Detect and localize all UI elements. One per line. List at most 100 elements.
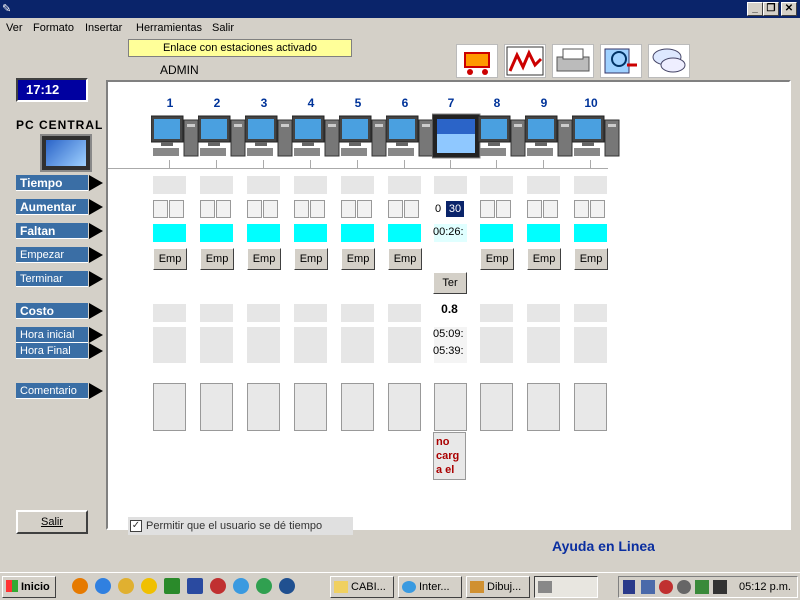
aumentar-field[interactable] xyxy=(357,200,372,218)
computer-icon[interactable] xyxy=(244,114,295,160)
aumentar-field[interactable] xyxy=(543,200,558,218)
menu-bar: Ver Formato Insertar Herramientas Salir xyxy=(0,18,800,38)
comment-box[interactable] xyxy=(153,383,186,431)
aumentar-field[interactable] xyxy=(341,200,356,218)
faltan-cell xyxy=(574,224,607,242)
help-link[interactable]: Ayuda en Linea xyxy=(552,538,655,554)
arrow-right-icon xyxy=(89,383,103,399)
opera-icon[interactable] xyxy=(210,578,226,594)
empezar-button[interactable]: Emp xyxy=(574,248,608,270)
globe-icon[interactable] xyxy=(279,578,295,594)
station-number: 2 xyxy=(213,96,221,110)
aumentar-field[interactable] xyxy=(527,200,542,218)
antivirus-icon[interactable] xyxy=(659,580,673,594)
empezar-button[interactable]: Emp xyxy=(527,248,561,270)
empezar-button[interactable]: Emp xyxy=(341,248,375,270)
aumentar-field[interactable] xyxy=(153,200,168,218)
faltan-cell xyxy=(200,224,233,242)
language-icon[interactable] xyxy=(623,580,635,594)
word-icon[interactable] xyxy=(187,578,203,594)
tray-app-icon[interactable] xyxy=(695,580,709,594)
menu-insertar[interactable]: Insertar xyxy=(85,22,122,34)
cart-icon[interactable] xyxy=(456,44,498,78)
label-faltan: Faltan xyxy=(16,223,88,239)
network-icon[interactable] xyxy=(641,580,655,594)
aumentar-field[interactable] xyxy=(247,200,262,218)
aumentar-field[interactable] xyxy=(200,200,215,218)
empezar-button[interactable]: Emp xyxy=(247,248,281,270)
comment-box[interactable] xyxy=(574,383,607,431)
aumentar-field[interactable] xyxy=(294,200,309,218)
computer-icon[interactable] xyxy=(524,114,575,160)
comment-box[interactable] xyxy=(341,383,374,431)
computer-icon[interactable] xyxy=(338,114,389,160)
aumentar-field[interactable] xyxy=(574,200,589,218)
computer-icon[interactable] xyxy=(291,114,342,160)
ie-icon[interactable] xyxy=(233,578,249,594)
salir-button[interactable]: Salir xyxy=(16,510,88,534)
aumentar-input[interactable]: 30 xyxy=(446,201,464,217)
computer-icon[interactable] xyxy=(197,114,248,160)
computer-icon[interactable] xyxy=(571,114,622,160)
aumentar-field[interactable] xyxy=(169,200,184,218)
close-button[interactable]: ✕ xyxy=(781,2,797,16)
chat-icon[interactable] xyxy=(648,44,690,78)
chart-icon[interactable] xyxy=(504,44,546,78)
tray-app-icon[interactable] xyxy=(713,580,727,594)
fax-icon[interactable] xyxy=(552,44,594,78)
label-aumentar: Aumentar xyxy=(16,199,88,215)
checkbox-check-icon[interactable]: ✓ xyxy=(130,520,142,532)
empezar-button[interactable]: Emp xyxy=(388,248,422,270)
empezar-button[interactable]: Emp xyxy=(294,248,328,270)
computer-icon[interactable] xyxy=(431,112,482,159)
computer-icon[interactable] xyxy=(385,114,436,160)
comment-box[interactable] xyxy=(527,383,560,431)
minimize-button[interactable]: _ xyxy=(747,2,763,16)
aumentar-field[interactable] xyxy=(590,200,605,218)
empezar-button[interactable]: Emp xyxy=(200,248,234,270)
task-dibujo[interactable]: Dibuj... xyxy=(466,576,530,598)
task-cabi[interactable]: CABI... xyxy=(330,576,394,598)
task-internet[interactable]: Inter... xyxy=(398,576,462,598)
start-button[interactable]: Inicio xyxy=(2,576,56,598)
aumentar-field[interactable] xyxy=(216,200,231,218)
aumentar-field[interactable] xyxy=(263,200,278,218)
pencil-icon[interactable] xyxy=(118,578,134,594)
comment-box[interactable] xyxy=(480,383,513,431)
comment-box[interactable] xyxy=(434,383,467,431)
terminar-button[interactable]: Ter xyxy=(433,272,467,294)
empezar-button[interactable]: Emp xyxy=(153,248,187,270)
aumentar-field[interactable] xyxy=(388,200,403,218)
comment-box[interactable] xyxy=(294,383,327,431)
task-active[interactable] xyxy=(534,576,598,598)
aumentar-field[interactable] xyxy=(480,200,495,218)
permit-checkbox[interactable]: ✓ Permitir que el usuario se dé tiempo xyxy=(128,517,353,535)
search-icon[interactable] xyxy=(600,44,642,78)
menu-formato[interactable]: Formato xyxy=(33,22,74,34)
costo-cell xyxy=(247,304,280,322)
empezar-button[interactable]: Emp xyxy=(480,248,514,270)
smiley-icon[interactable] xyxy=(141,578,157,594)
divider xyxy=(108,168,608,169)
costo-cell xyxy=(388,304,421,322)
monitor-icon xyxy=(40,134,92,172)
excel-icon[interactable] xyxy=(164,578,180,594)
computer-icon[interactable] xyxy=(150,114,201,160)
comment-box[interactable] xyxy=(200,383,233,431)
aumentar-field[interactable] xyxy=(310,200,325,218)
computer-icon[interactable] xyxy=(477,114,528,160)
menu-ver[interactable]: Ver xyxy=(6,22,23,34)
aumentar-field[interactable] xyxy=(496,200,511,218)
menu-salir[interactable]: Salir xyxy=(212,22,234,34)
comment-box[interactable] xyxy=(247,383,280,431)
comment-box[interactable] xyxy=(388,383,421,431)
aumentar-field[interactable] xyxy=(404,200,419,218)
firefox-icon[interactable] xyxy=(72,578,88,594)
player-icon[interactable] xyxy=(256,578,272,594)
menu-herramientas[interactable]: Herramientas xyxy=(136,22,202,34)
media-icon[interactable] xyxy=(95,578,111,594)
station-number: 7 xyxy=(447,96,455,110)
label-empezar: Empezar xyxy=(16,247,88,263)
volume-icon[interactable] xyxy=(677,580,691,594)
restore-button[interactable]: ❐ xyxy=(763,2,779,16)
